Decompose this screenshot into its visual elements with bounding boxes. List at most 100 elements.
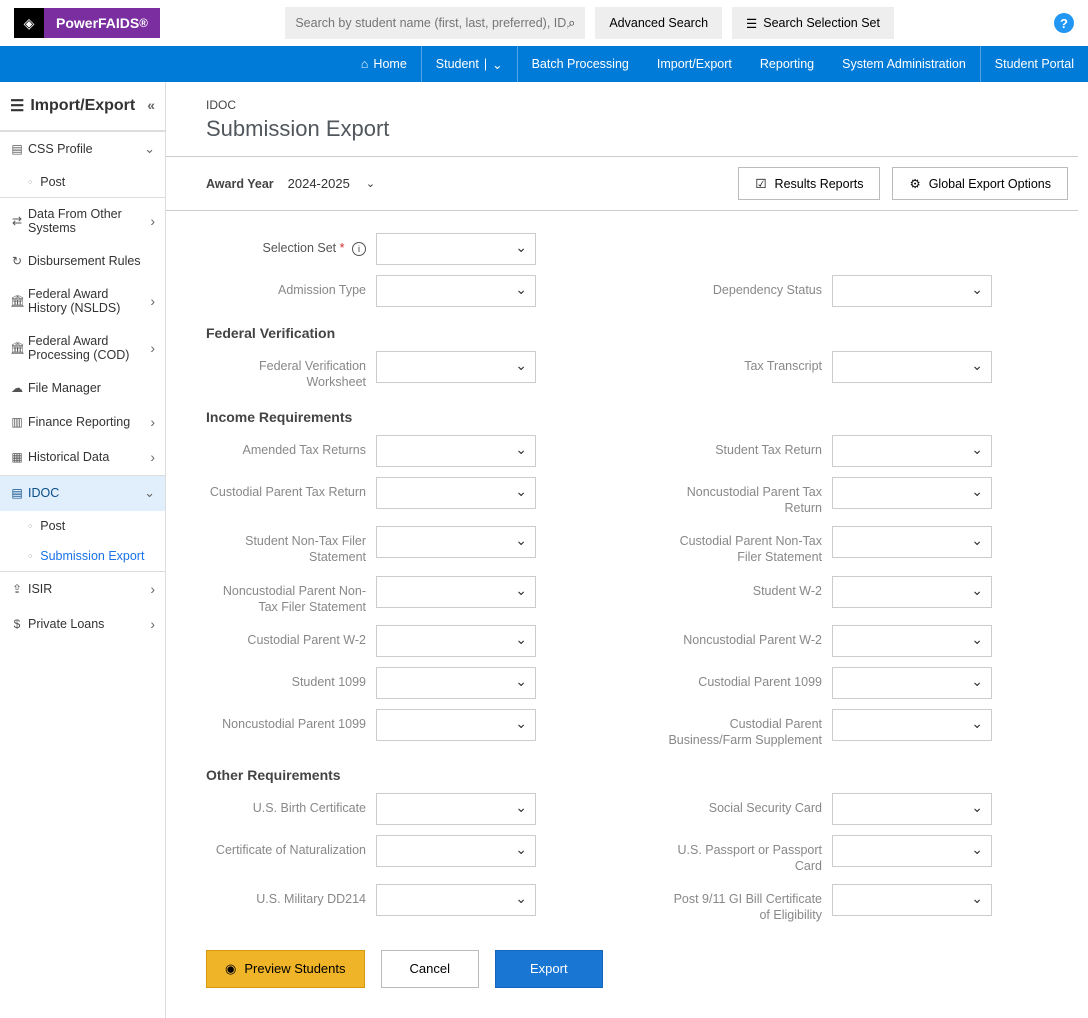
birth-cert-label: U.S. Birth Certificate [206,793,376,816]
dependency-status-label: Dependency Status [662,275,832,298]
sidebar-sub-idoc-post[interactable]: Post [0,511,165,541]
student-tax-select[interactable] [832,435,992,467]
amended-tax-label: Amended Tax Returns [206,435,376,458]
sidebar-item-cod[interactable]: 🏛Federal Award Processing (COD) [0,325,165,372]
cust-nontax-label: Custodial Parent Non-Tax Filer Statement [662,526,832,566]
gear-icon: ⚙ [909,176,920,191]
selection-set-select[interactable] [376,233,536,265]
cust-w2-select[interactable] [376,625,536,657]
tax-transcript-select[interactable] [832,351,992,383]
cert-nat-select[interactable] [376,835,536,867]
sidebar-item-nslds[interactable]: 🏛Federal Award History (NSLDS) [0,278,165,325]
advanced-search-button[interactable]: Advanced Search [595,7,722,39]
nav-sysadmin[interactable]: System Administration [828,46,980,82]
chevron-right-icon [150,293,155,309]
export-button[interactable]: Export [495,950,603,988]
ss-card-select[interactable] [832,793,992,825]
eye-icon: ◉ [225,961,236,977]
cloud-icon: ☁ [10,381,24,395]
gibill-select[interactable] [832,884,992,916]
student-tax-label: Student Tax Return [662,435,832,458]
info-icon[interactable]: i [352,242,366,256]
student-1099-label: Student 1099 [206,667,376,690]
nav-batch[interactable]: Batch Processing [518,46,643,82]
breadcrumb: IDOC [206,98,1078,112]
list-icon: ☰ [746,16,757,31]
student-nontax-select[interactable] [376,526,536,558]
dd214-select[interactable] [376,884,536,916]
chevron-right-icon [150,340,155,356]
shield-icon: ◈ [14,8,44,38]
collapse-icon[interactable] [147,97,155,115]
award-year-dropdown[interactable]: ⌄ [360,177,381,190]
fed-ver-worksheet-label: Federal Verification Worksheet [206,351,376,391]
bank-icon: 🏛 [10,294,24,308]
checklist-icon: ☑ [755,176,766,191]
sidebar-item-disbursement[interactable]: ↻Disbursement Rules [0,245,165,278]
sidebar-item-file-manager[interactable]: ☁File Manager [0,372,165,405]
person-icon: ☰ [10,96,24,116]
main-content: IDOC Submission Export Award Year 2024-2… [166,82,1088,1018]
report-icon: ▥ [10,415,24,429]
search-selection-set-button[interactable]: ☰Search Selection Set [732,7,894,39]
global-search[interactable]: ⌕ [285,7,585,39]
chevron-down-icon: ⌄ [492,57,502,72]
noncust-parent-tax-select[interactable] [832,477,992,509]
noncust-w2-select[interactable] [832,625,992,657]
chevron-down-icon [144,141,155,157]
nav-import-export[interactable]: Import/Export [643,46,746,82]
cust-bizfarm-select[interactable] [832,709,992,741]
cust-1099-select[interactable] [832,667,992,699]
upload-icon: ⇪ [10,582,24,596]
student-w2-select[interactable] [832,576,992,608]
noncust-parent-tax-label: Noncustodial Parent Tax Return [662,477,832,517]
admission-type-label: Admission Type [206,275,376,298]
brand-logo[interactable]: ◈ PowerFAIDS® [14,8,160,38]
sidebar-sub-submission-export[interactable]: Submission Export [0,541,165,571]
passport-select[interactable] [832,835,992,867]
cust-w2-label: Custodial Parent W-2 [206,625,376,648]
sidebar-item-data-from-other[interactable]: ⇄Data From Other Systems [0,197,165,245]
birth-cert-select[interactable] [376,793,536,825]
award-year-label: Award Year [206,177,274,191]
student-1099-select[interactable] [376,667,536,699]
cancel-button[interactable]: Cancel [381,950,479,988]
nav-home[interactable]: ⌂Home [347,46,421,82]
noncust-1099-select[interactable] [376,709,536,741]
amended-tax-select[interactable] [376,435,536,467]
bank-icon: 🏛 [10,341,24,355]
student-nontax-label: Student Non-Tax Filer Statement [206,526,376,566]
cust-1099-label: Custodial Parent 1099 [662,667,832,690]
search-icon[interactable]: ⌕ [568,15,575,31]
results-reports-button[interactable]: ☑Results Reports [738,167,880,200]
nav-portal[interactable]: Student Portal [980,46,1088,82]
cust-parent-tax-label: Custodial Parent Tax Return [206,477,376,500]
student-w2-label: Student W-2 [662,576,832,599]
preview-students-button[interactable]: ◉Preview Students [206,950,365,988]
home-icon: ⌂ [361,57,369,71]
sidebar-title: ☰ Import/Export [0,82,165,131]
transfer-icon: ⇄ [10,214,24,228]
sidebar-item-private-loans[interactable]: $Private Loans [0,607,165,642]
sidebar-item-isir[interactable]: ⇪ISIR [0,571,165,607]
help-icon[interactable]: ? [1054,13,1074,33]
chevron-right-icon [150,449,155,465]
cust-nontax-select[interactable] [832,526,992,558]
fed-ver-worksheet-select[interactable] [376,351,536,383]
cust-parent-tax-select[interactable] [376,477,536,509]
search-input[interactable] [295,16,568,30]
gibill-label: Post 9/11 GI Bill Certificate of Eligibi… [662,884,832,924]
nav-reporting[interactable]: Reporting [746,46,828,82]
sidebar-item-historical[interactable]: ▦Historical Data [0,440,165,475]
dependency-status-select[interactable] [832,275,992,307]
sidebar-sub-css-post[interactable]: Post [0,167,165,197]
section-federal-verification: Federal Verification [206,325,1078,341]
cert-nat-label: Certificate of Naturalization [206,835,376,858]
noncust-nontax-select[interactable] [376,576,536,608]
nav-student[interactable]: Student | ⌄ [421,46,518,82]
sidebar-item-idoc[interactable]: ▤IDOC [0,475,165,511]
admission-type-select[interactable] [376,275,536,307]
sidebar-item-css-profile[interactable]: ▤CSS Profile [0,131,165,167]
global-export-options-button[interactable]: ⚙Global Export Options [892,167,1068,200]
sidebar-item-finance[interactable]: ▥Finance Reporting [0,405,165,440]
